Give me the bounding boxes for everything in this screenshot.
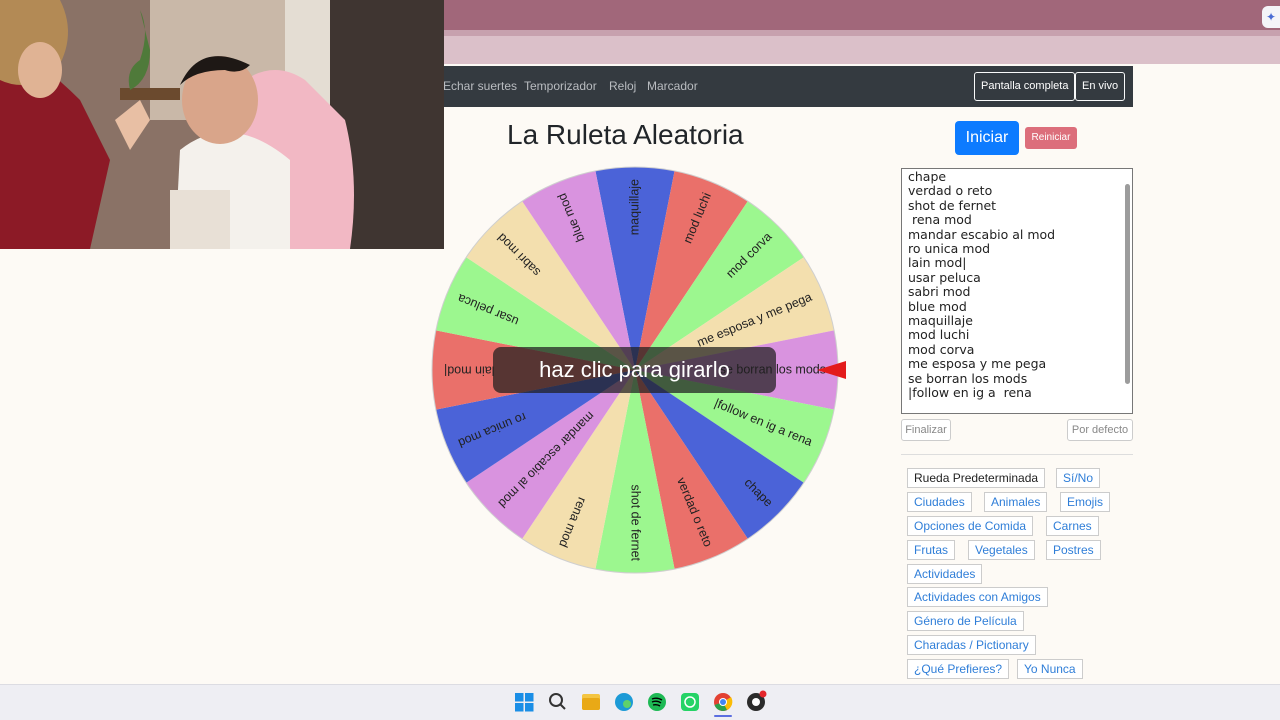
nav-link-temporizador[interactable]: Temporizador — [524, 79, 597, 93]
chrome-icon[interactable] — [714, 693, 733, 717]
preset-rueda-predeterminada[interactable]: Rueda Predeterminada — [907, 468, 1046, 488]
preset-ciudades[interactable]: Ciudades — [907, 492, 972, 512]
wheel-segment[interactable] — [635, 170, 748, 370]
preset-genero-de-pelicula[interactable]: Género de Película — [907, 611, 1024, 631]
wheel-segment[interactable] — [522, 370, 635, 570]
wheel-segment-label: maquillaje — [627, 179, 641, 235]
scrollbar-thumb[interactable] — [1125, 184, 1130, 384]
search-icon[interactable] — [549, 693, 566, 710]
sparkle-icon[interactable]: ✦ — [1262, 6, 1280, 28]
wheel-segment[interactable] — [466, 370, 635, 539]
wheel-segment[interactable] — [635, 201, 804, 370]
navbar: Echar suertes Temporizador Reloj Marcado… — [440, 66, 1133, 107]
wheel-segment-label: ro unica mod — [456, 410, 528, 451]
nav-link-reloj[interactable]: Reloj — [609, 79, 636, 93]
wheel-segment-label: shot de fernet — [629, 485, 643, 562]
wheel-segment-label: lain mod| — [444, 364, 495, 378]
wheel-segment-label: chape — [742, 476, 776, 510]
file-explorer-icon[interactable] — [582, 694, 600, 710]
fullscreen-button[interactable]: Pantalla completa — [974, 72, 1076, 101]
wheel-segment-label: blue mod — [555, 191, 588, 244]
preset-emojis[interactable]: Emojis — [1060, 492, 1111, 512]
divider — [901, 454, 1133, 455]
preset-actividades-con-amigos[interactable]: Actividades con Amigos — [907, 587, 1048, 607]
wheel-segment-label: usar peluca — [456, 291, 521, 329]
preset-animales[interactable]: Animales — [984, 492, 1048, 512]
taskbar-icons — [515, 690, 767, 717]
nav-link-echar-suertes[interactable]: Echar suertes — [443, 79, 517, 93]
spotify-icon[interactable] — [648, 693, 666, 711]
default-button[interactable]: Por defecto — [1067, 419, 1133, 441]
preset-opciones-de-comida[interactable]: Opciones de Comida — [907, 516, 1034, 536]
wheel-segment[interactable] — [595, 167, 675, 370]
wheel-segment[interactable] — [595, 370, 675, 573]
wheel-segment-label: |follow en ig a rena — [712, 396, 814, 449]
wheel-segment[interactable] — [635, 370, 748, 570]
nav-link-marcador[interactable]: Marcador — [647, 79, 698, 93]
preset-vegetales[interactable]: Vegetales — [968, 540, 1035, 560]
wheel-segment-label: mod luchi — [681, 191, 714, 246]
webcam-overlay — [0, 0, 444, 249]
preset-que-prefieres[interactable]: ¿Qué Prefieres? — [907, 659, 1010, 679]
wheel-segment[interactable] — [635, 370, 804, 539]
wheel-pointer — [817, 361, 846, 379]
preset-actividades[interactable]: Actividades — [907, 564, 983, 584]
preset-charadas-pictionary[interactable]: Charadas / Pictionary — [907, 635, 1036, 655]
preset-carnes[interactable]: Carnes — [1046, 516, 1099, 536]
windows-start-icon[interactable] — [515, 693, 534, 712]
wheel-segment-label: verdad o reto — [674, 475, 715, 548]
wheel-segment-label: rena mod — [556, 495, 589, 549]
live-button[interactable]: En vivo — [1075, 72, 1126, 101]
entries-scrollbar[interactable] — [1122, 170, 1132, 412]
reset-button[interactable]: Reiniciar — [1025, 127, 1077, 149]
preset-si-no[interactable]: Sí/No — [1056, 468, 1101, 488]
wheel-segment[interactable] — [466, 201, 635, 370]
wheel-segment-label: sabri mod — [494, 230, 543, 279]
wheel-segment-label: mod corva — [723, 229, 774, 280]
entries-textarea[interactable]: chape verdad o reto shot de fernet rena … — [901, 168, 1133, 414]
obs-icon[interactable] — [747, 690, 767, 712]
finalize-button[interactable]: Finalizar — [901, 419, 951, 441]
preset-postres[interactable]: Postres — [1046, 540, 1101, 560]
edge-icon[interactable] — [615, 693, 633, 711]
page-title: La Ruleta Aleatoria — [507, 119, 744, 150]
preset-yo-nunca[interactable]: Yo Nunca — [1017, 659, 1083, 679]
wheel-segment-label: me esposa y me pega — [695, 290, 814, 350]
wheel-segment-label: mandar escabio al mod — [495, 409, 597, 511]
wheel-segment[interactable] — [522, 170, 635, 370]
start-button[interactable]: Iniciar — [955, 121, 1019, 155]
whatsapp-icon[interactable] — [681, 693, 699, 711]
spin-prompt[interactable]: haz clic para girarlo — [493, 347, 776, 393]
preset-frutas[interactable]: Frutas — [907, 540, 956, 560]
